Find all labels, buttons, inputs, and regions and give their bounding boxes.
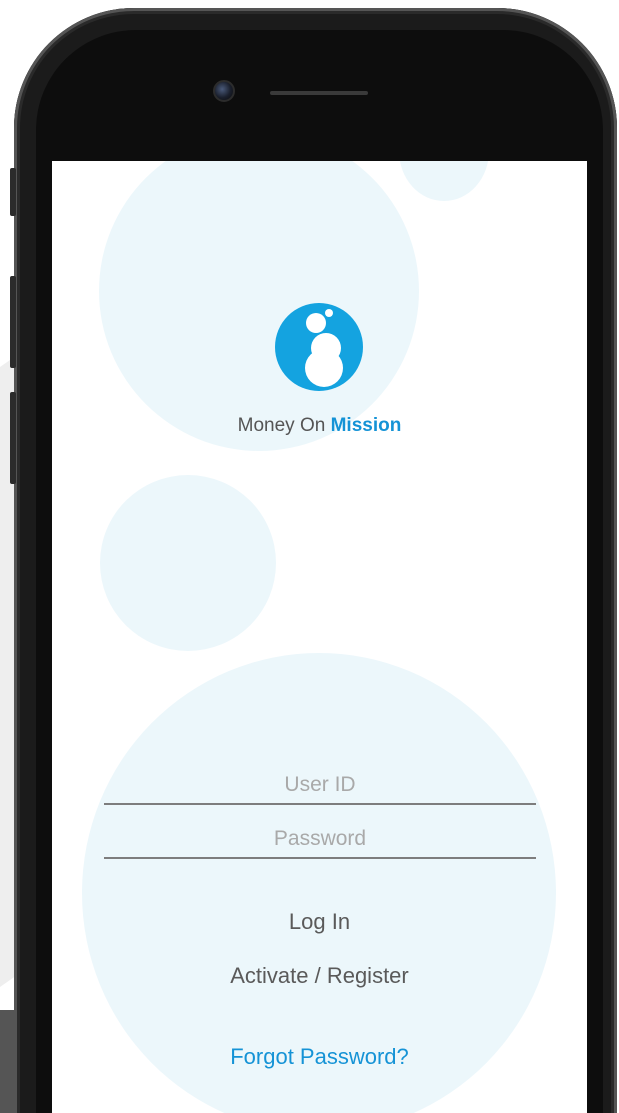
mute-switch <box>10 168 16 216</box>
brand-name-accent: Mission <box>330 415 402 436</box>
speaker-grille <box>270 91 368 95</box>
forgot-password-link[interactable]: Forgot Password? <box>52 1044 587 1070</box>
brand-name: Money On Mission <box>52 415 587 437</box>
activate-register-link[interactable]: Activate / Register <box>52 963 587 989</box>
decor-bubble <box>100 475 276 651</box>
volume-up-button <box>10 276 16 368</box>
login-button[interactable]: Log In <box>52 909 587 935</box>
brand-name-prefix: Money On <box>237 415 331 436</box>
volume-down-button <box>10 392 16 484</box>
decor-bubble <box>399 161 489 201</box>
decor-bubble <box>99 161 419 451</box>
app-screen: Money On Mission Log In Activate / Regis… <box>52 161 587 1113</box>
page: Money On Mission Log In Activate / Regis… <box>0 0 619 1113</box>
bubbles-logo-icon <box>275 303 363 391</box>
user-id-input[interactable] <box>104 767 536 805</box>
camera-icon <box>213 80 235 102</box>
password-input[interactable] <box>104 821 536 859</box>
